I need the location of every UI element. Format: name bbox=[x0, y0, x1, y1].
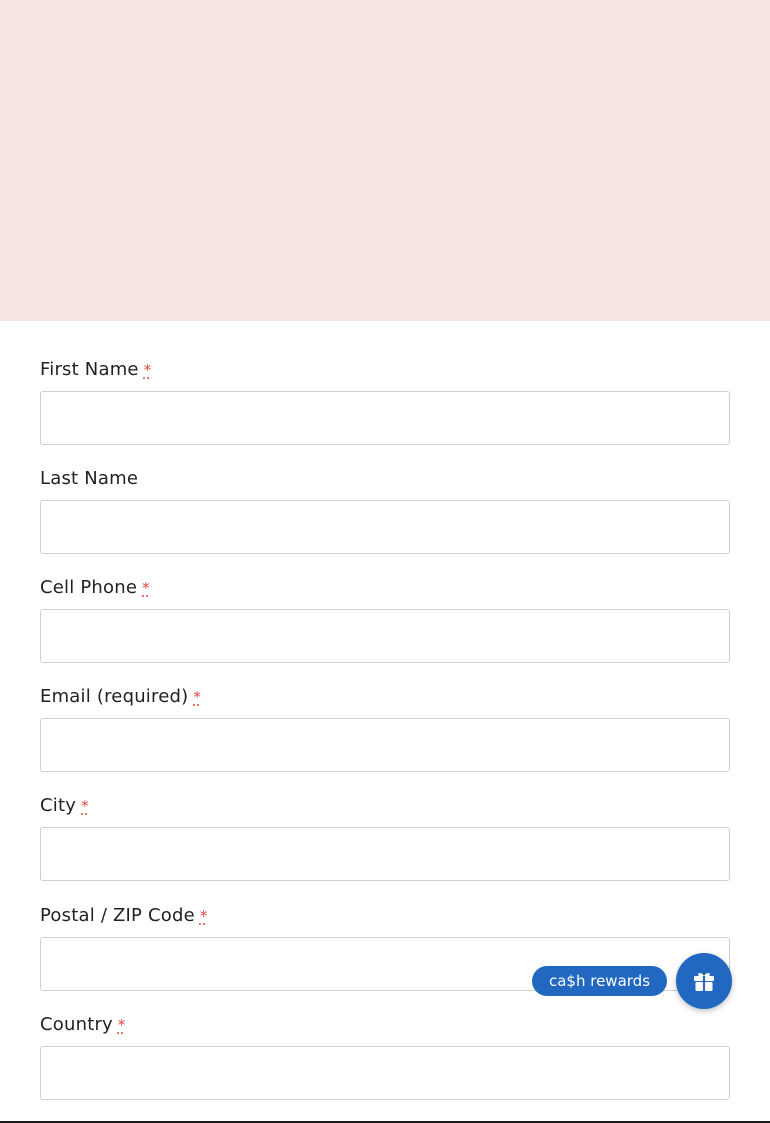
city-input[interactable] bbox=[40, 827, 730, 881]
rewards-launcher-button[interactable] bbox=[676, 953, 732, 1009]
required-mark: * bbox=[193, 688, 202, 706]
cash-rewards-label[interactable]: ca$h rewards bbox=[532, 966, 667, 996]
email-input[interactable] bbox=[40, 718, 730, 772]
first-name-label: First Name * bbox=[40, 359, 152, 380]
email-label: Email (required) * bbox=[40, 686, 202, 707]
cell-phone-input[interactable] bbox=[40, 609, 730, 663]
required-mark: * bbox=[117, 1016, 126, 1034]
first-name-input[interactable] bbox=[40, 391, 730, 445]
required-mark: * bbox=[143, 361, 152, 379]
country-input[interactable] bbox=[40, 1046, 730, 1100]
gift-icon bbox=[692, 969, 716, 993]
city-label: City * bbox=[40, 795, 89, 816]
country-label: Country * bbox=[40, 1014, 126, 1035]
cell-phone-label: Cell Phone * bbox=[40, 577, 150, 598]
required-mark: * bbox=[81, 797, 89, 815]
last-name-label: Last Name bbox=[40, 468, 139, 489]
required-mark: * bbox=[142, 579, 150, 597]
postal-code-label: Postal / ZIP Code * bbox=[40, 905, 208, 926]
required-mark: * bbox=[199, 907, 208, 925]
last-name-input[interactable] bbox=[40, 500, 730, 554]
hero-banner bbox=[0, 0, 770, 321]
